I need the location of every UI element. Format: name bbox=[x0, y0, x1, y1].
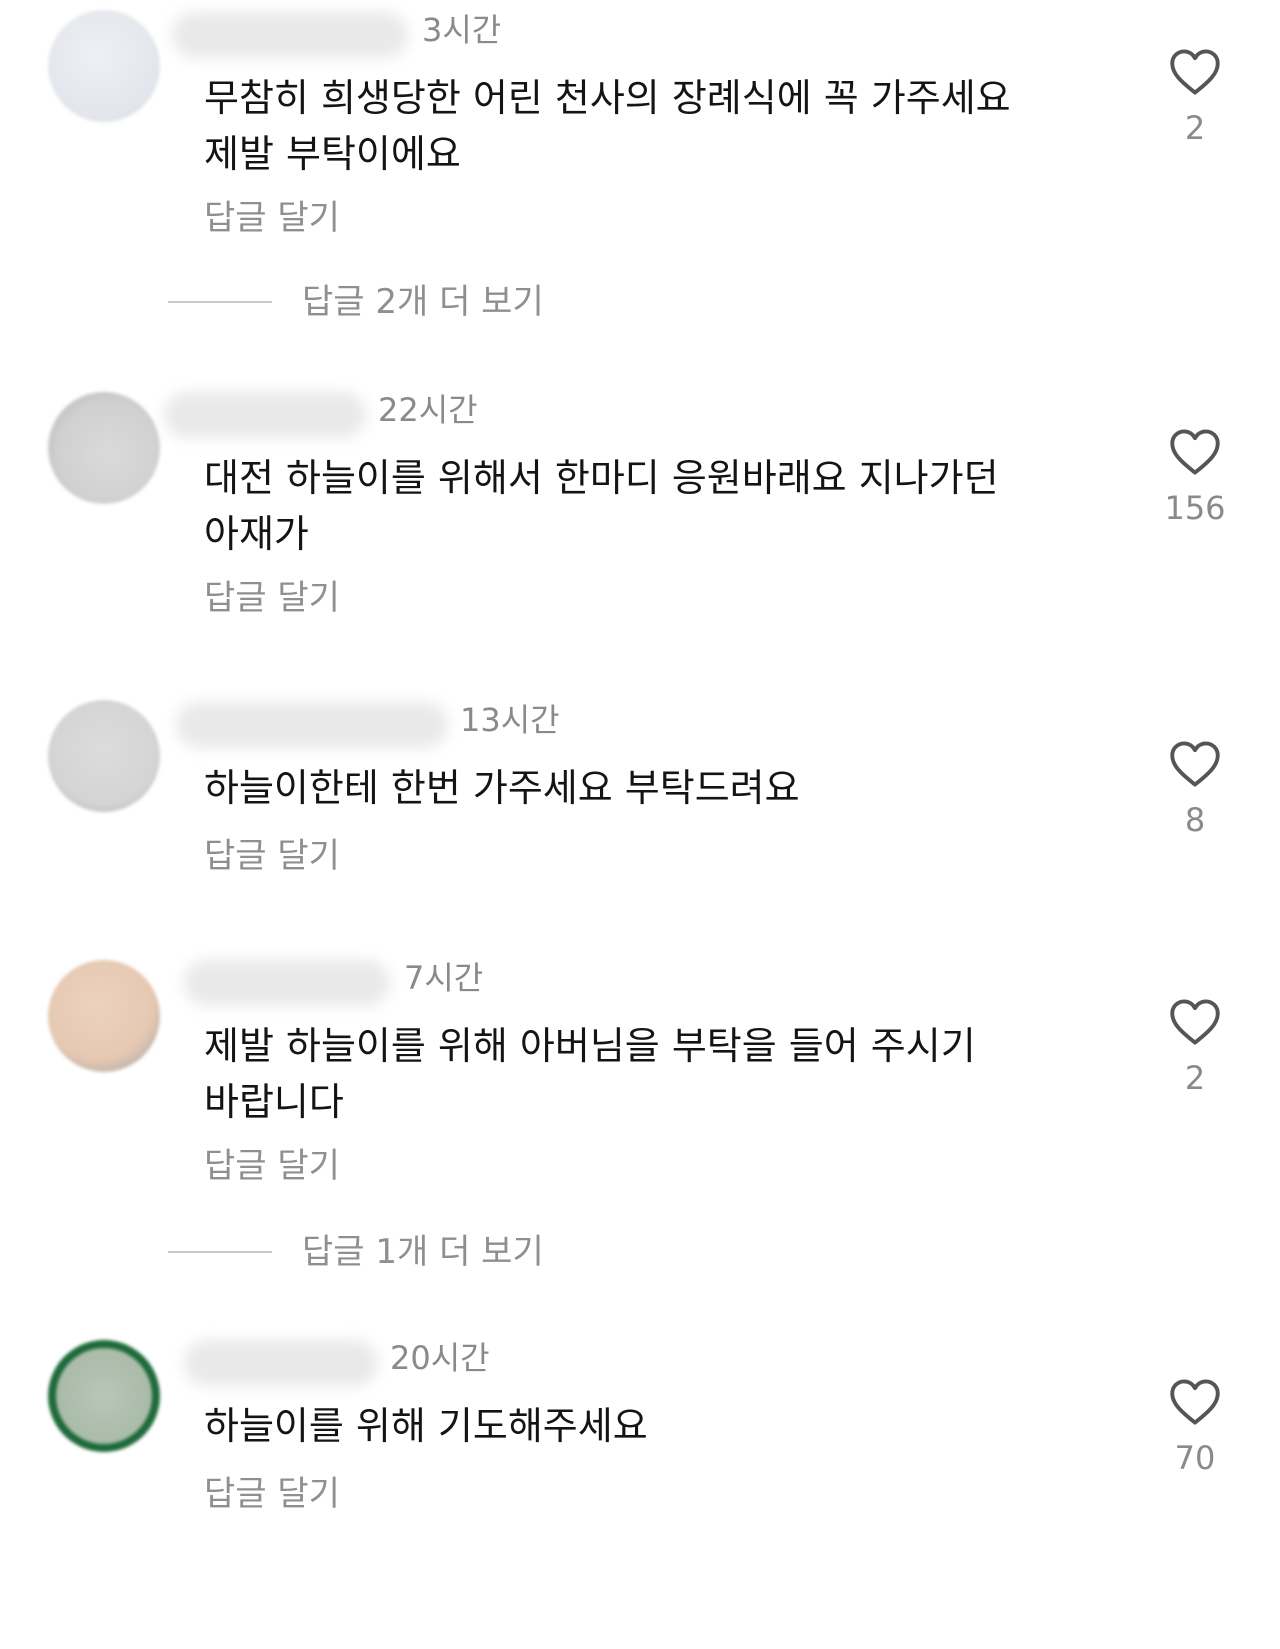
comment-text: 하늘이를 위해 기도해주세요 bbox=[204, 1404, 648, 1448]
username-redacted[interactable] bbox=[184, 960, 390, 1006]
avatar-image bbox=[48, 960, 160, 1072]
like-group: 8 bbox=[1160, 740, 1230, 840]
username-redacted[interactable] bbox=[164, 392, 366, 438]
view-more-replies-label: 답글 2개 더 보기 bbox=[302, 282, 544, 322]
divider-line bbox=[168, 1251, 272, 1253]
like-group: 2 bbox=[1160, 48, 1230, 148]
like-count: 8 bbox=[1184, 801, 1206, 839]
avatar-image bbox=[48, 392, 160, 504]
comment-timestamp: 3시간 bbox=[422, 11, 502, 49]
like-count: 70 bbox=[1174, 1439, 1216, 1477]
heart-icon[interactable] bbox=[1169, 428, 1221, 476]
comment-text: 무참히 희생당한 어린 천사의 장례식에 꼭 가주세요 제발 부탁이에요 bbox=[204, 76, 1011, 176]
avatar[interactable] bbox=[48, 10, 160, 122]
divider-line bbox=[168, 301, 272, 303]
username-redacted[interactable] bbox=[184, 1340, 378, 1386]
reply-button[interactable]: 답글 달기 bbox=[204, 1146, 340, 1186]
like-count: 156 bbox=[1164, 489, 1226, 527]
comment-timestamp: 22시간 bbox=[378, 391, 478, 429]
avatar-image bbox=[48, 10, 160, 122]
comment-text: 하늘이한테 한번 가주세요 부탁드려요 bbox=[204, 766, 800, 810]
avatar[interactable] bbox=[48, 700, 160, 812]
reply-button[interactable]: 답글 달기 bbox=[204, 836, 340, 876]
comment-timestamp: 20시간 bbox=[390, 1339, 490, 1377]
comment-text: 제발 하늘이를 위해 아버님을 부탁을 들어 주시기 바랍니다 bbox=[204, 1024, 976, 1124]
username-redacted[interactable] bbox=[176, 702, 448, 748]
view-more-replies-label: 답글 1개 더 보기 bbox=[302, 1232, 544, 1272]
like-count: 2 bbox=[1184, 109, 1206, 147]
comment-timestamp: 13시간 bbox=[460, 701, 560, 739]
heart-icon[interactable] bbox=[1169, 1378, 1221, 1426]
comment-timestamp: 7시간 bbox=[404, 959, 484, 997]
heart-icon[interactable] bbox=[1169, 998, 1221, 1046]
avatar[interactable] bbox=[48, 960, 160, 1072]
reply-button[interactable]: 답글 달기 bbox=[204, 198, 340, 238]
reply-button[interactable]: 답글 달기 bbox=[204, 1474, 340, 1514]
view-more-replies-button[interactable]: 답글 1개 더 보기 bbox=[168, 1232, 544, 1272]
like-group: 70 bbox=[1160, 1378, 1230, 1478]
heart-icon[interactable] bbox=[1169, 48, 1221, 96]
avatar-image bbox=[56, 1348, 152, 1444]
like-group: 2 bbox=[1160, 998, 1230, 1098]
view-more-replies-button[interactable]: 답글 2개 더 보기 bbox=[168, 282, 544, 322]
reply-button[interactable]: 답글 달기 bbox=[204, 578, 340, 618]
username-redacted[interactable] bbox=[172, 12, 408, 58]
avatar[interactable] bbox=[48, 392, 160, 504]
avatar[interactable] bbox=[48, 1340, 160, 1452]
like-count: 2 bbox=[1184, 1059, 1206, 1097]
comment-text: 대전 하늘이를 위해서 한마디 응원바래요 지나가던 아재가 bbox=[204, 456, 999, 556]
avatar-image bbox=[48, 700, 160, 812]
heart-icon[interactable] bbox=[1169, 740, 1221, 788]
like-group: 156 bbox=[1150, 428, 1240, 528]
